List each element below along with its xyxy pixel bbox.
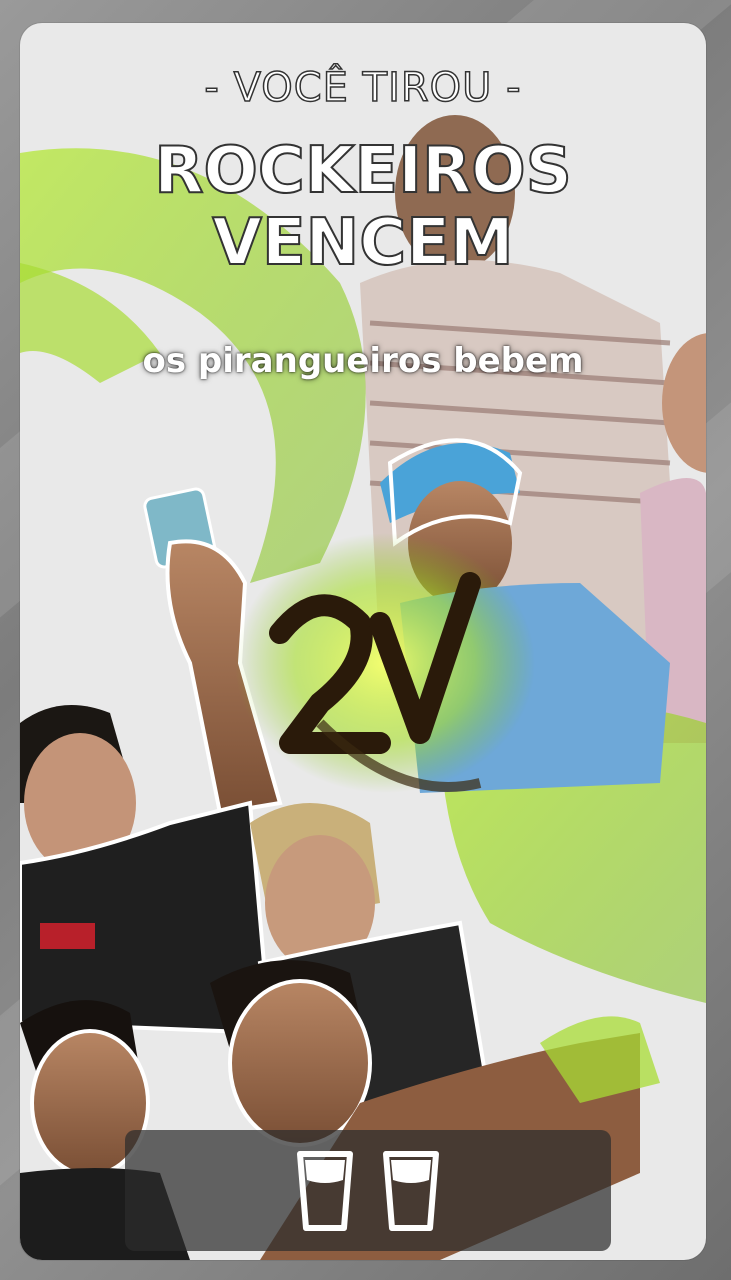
logo-2v-glow bbox=[235, 533, 535, 793]
result-title-line: VENCEM bbox=[211, 206, 514, 280]
result-card: - VOCÊ TIROU - ROCKEIROS VENCEM os piran… bbox=[20, 23, 706, 1260]
cup-icon bbox=[297, 1150, 353, 1231]
result-subtitle: os pirangueiros bebem bbox=[142, 341, 584, 381]
result-kicker: - VOCÊ TIROU - bbox=[204, 64, 522, 112]
drink-indicator-bar bbox=[125, 1130, 611, 1251]
cup-icon bbox=[383, 1150, 439, 1231]
story-page: - VOCÊ TIROU - ROCKEIROS VENCEM os piran… bbox=[0, 0, 731, 1280]
result-title: ROCKEIROS VENCEM bbox=[20, 134, 706, 280]
result-title-line: ROCKEIROS bbox=[153, 134, 573, 208]
